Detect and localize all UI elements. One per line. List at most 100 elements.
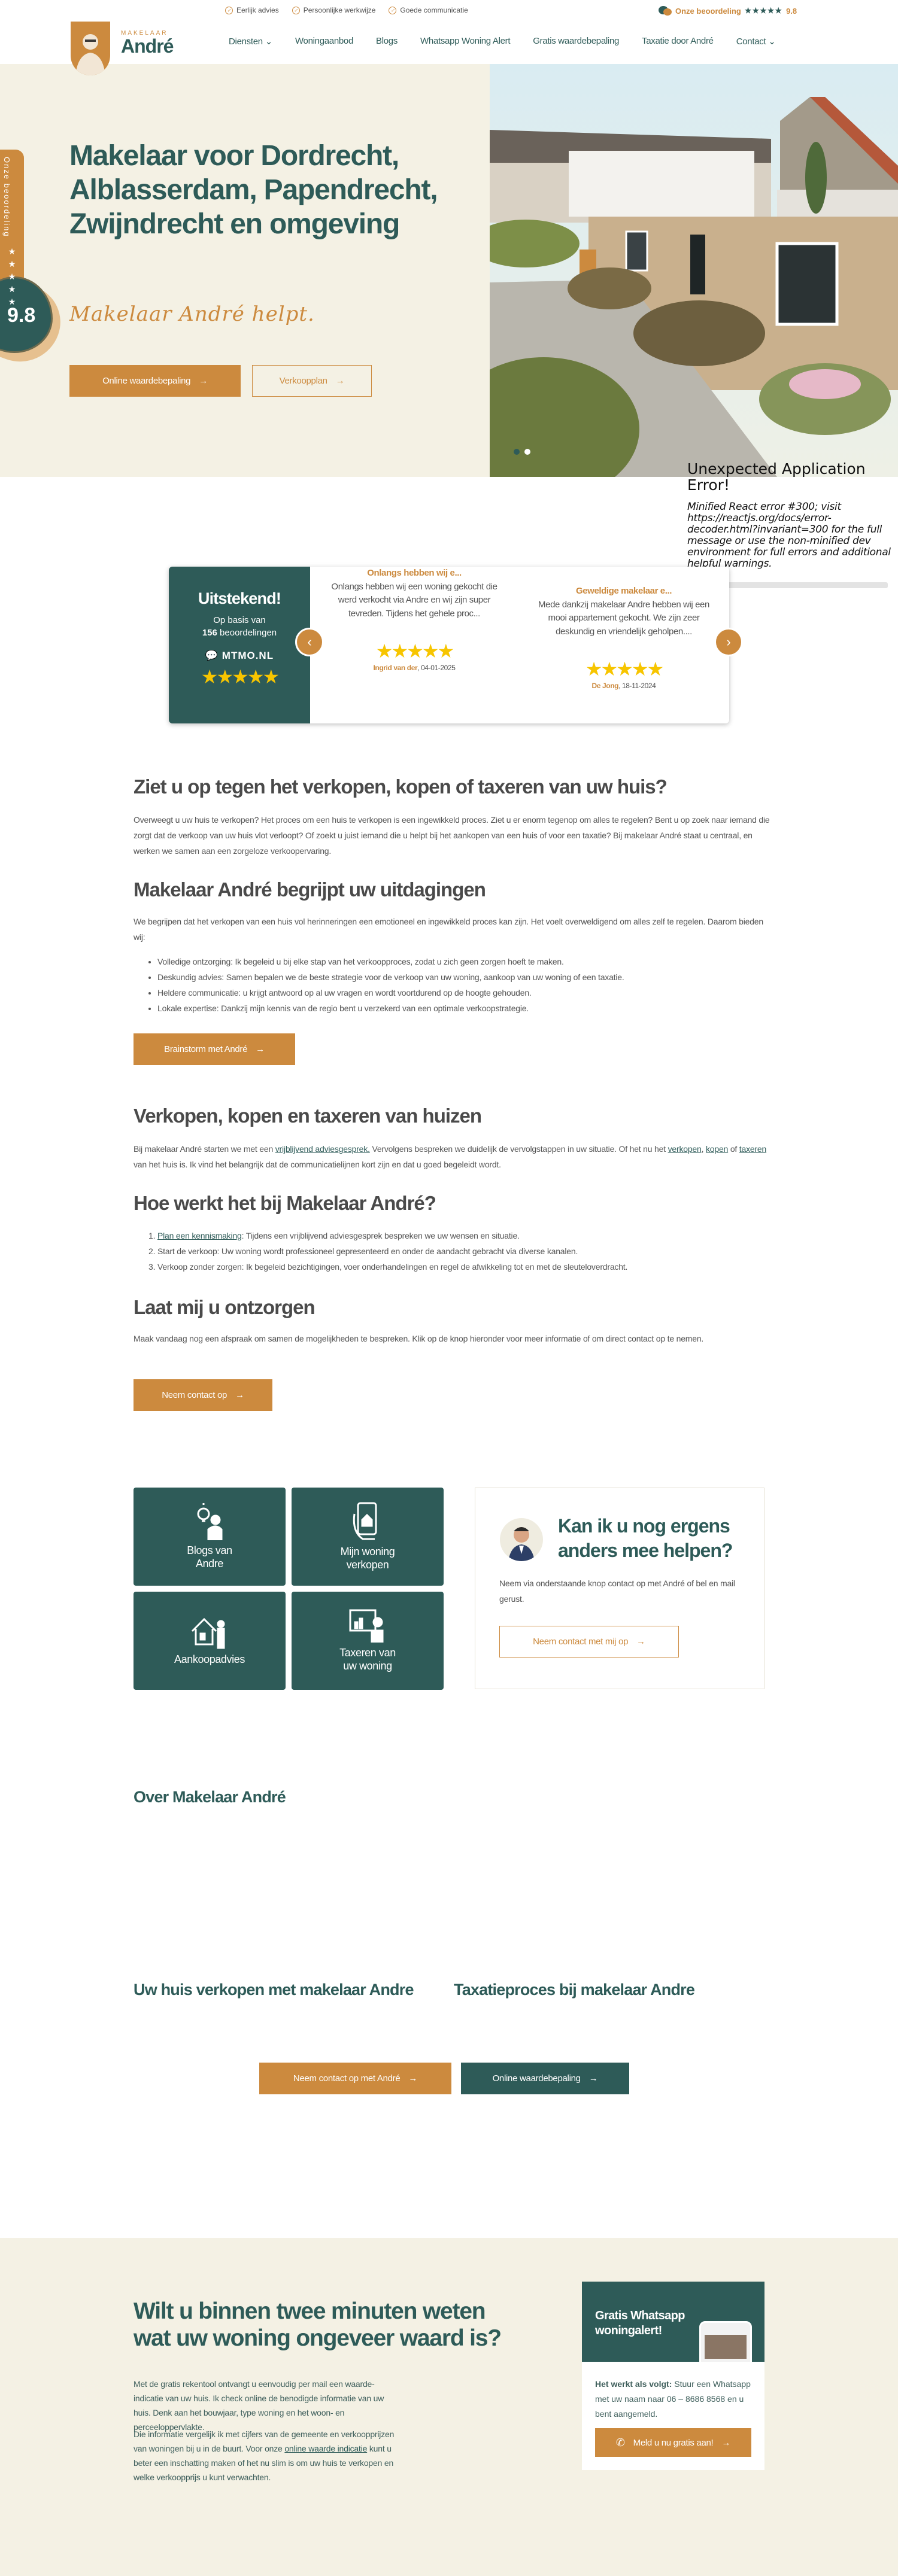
house-person-icon (191, 1617, 225, 1649)
nav-item-whatsapp-alert[interactable]: Whatsapp Woning Alert (420, 36, 510, 47)
section-title: Makelaar André begrijpt uw uitdagingen (134, 878, 486, 901)
review-widget: Uitstekend! Op basis van 156 beoordeling… (169, 567, 729, 723)
review-card[interactable]: Geweldige makelaar e... Mede dankzij mak… (537, 585, 711, 693)
benefits-list: Volledige ontzorging: Ik begeleid u bij … (134, 954, 771, 1016)
neem-contact-op-button[interactable]: Neem contact op → (134, 1379, 272, 1411)
kopen-link[interactable]: kopen (706, 1144, 728, 1154)
whatsapp-card: Gratis Whatsapp woningalert! Het werkt a… (582, 2282, 764, 2470)
nav-item-waardebepaling[interactable]: Gratis waardebepaling (533, 36, 619, 47)
review-stars: ★★★★★ (375, 640, 454, 662)
review-next-button[interactable]: › (714, 628, 743, 656)
lightbulb-person-icon (197, 1503, 223, 1540)
section-title: Verkopen, kopen en taxeren van huizen (134, 1105, 482, 1127)
section-title: Laat mij u ontzorgen (134, 1296, 315, 1318)
whatsapp-signup-button[interactable]: ✆ Meld u nu gratis aan! → (595, 2428, 751, 2457)
rating-tab-value: 9.8 (7, 304, 36, 327)
review-summary: Uitstekend! Op basis van 156 beoordeling… (169, 567, 310, 723)
hero-house-photo (490, 64, 898, 477)
slider-dot[interactable] (524, 449, 530, 455)
adviesgesprek-link[interactable]: vrijblijvend adviesgesprek. (275, 1144, 370, 1154)
hero-tagline: Makelaar André helpt. (69, 302, 315, 326)
nav-item-contact[interactable]: Contact ⌄ (736, 36, 776, 47)
list-item: Deskundig advies: Samen bepalen we de be… (157, 969, 771, 985)
valuation-title: Wilt u binnen twee minuten weten wat uw … (134, 2298, 502, 2351)
whatsapp-card-text: Het werkt als volgt: Stuur een Whatsapp … (595, 2379, 751, 2419)
nav-item-taxatie[interactable]: Taxatie door André (642, 36, 714, 47)
star-icon: ★ (8, 247, 16, 256)
rating-tab-label: Onze beoordeling (2, 157, 11, 238)
chart-presenter-icon (349, 1609, 384, 1643)
logo-text[interactable]: MAKELAAR André (121, 30, 174, 56)
error-title: Unexpected Application Error! (687, 460, 866, 494)
sell-title: Uw huis verkopen met makelaar Andre (134, 1981, 414, 1999)
nav-item-diensten[interactable]: Diensten ⌄ (229, 36, 272, 47)
section-title: Hoe werkt het bij Makelaar André? (134, 1192, 436, 1214)
brainstorm-button[interactable]: Brainstorm met André → (134, 1033, 295, 1065)
online-waardebepaling-button[interactable]: Online waardebepaling → (69, 365, 241, 397)
phone-mockup (699, 2321, 752, 2362)
about-title: Over Makelaar André (134, 1788, 286, 1806)
tile-aankoopadvies[interactable]: Aankoopadvies (134, 1592, 286, 1690)
star-icon: ★ (8, 284, 16, 294)
check-icon: ✓ (225, 6, 233, 14)
chat-bubble-icon: 💬 (205, 650, 219, 661)
valuation-process-title: Taxatieproces bij makelaar Andre (454, 1981, 695, 1999)
trust-bar: ✓ Eerlijk advies ✓ Persoonlijke werkwijze … (225, 6, 468, 14)
arrow-right-icon: → (235, 1390, 244, 1400)
trust-item: ✓ Goede communicatie (389, 6, 468, 14)
section-text: Bij makelaar André starten we met een vr… (134, 1144, 767, 1169)
error-message: Minified React error #300; visit https:/… (687, 501, 891, 570)
list-item: Verkoop zonder zorgen: Ik begeleid bezic… (157, 1259, 771, 1275)
nav-item-blogs[interactable]: Blogs (376, 36, 398, 47)
section-text: Overweegt u uw huis te verkopen? Het pro… (134, 815, 770, 856)
portrait-icon (75, 34, 105, 75)
chevron-down-icon: ⌄ (265, 37, 273, 47)
kennismaking-link[interactable]: Plan een kennismaking (157, 1231, 242, 1240)
chevron-down-icon: ⌄ (768, 37, 776, 47)
mtmo-logo: 💬 MTMO.NL (205, 650, 274, 661)
whatsapp-icon: ✆ (615, 2436, 625, 2449)
contact-andre-button[interactable]: Neem contact op met André → (259, 2063, 451, 2094)
arrow-right-icon: → (408, 2073, 418, 2084)
check-icon: ✓ (292, 6, 300, 14)
star-icon: ★ (8, 272, 16, 281)
arrow-right-icon: → (335, 376, 345, 386)
arrow-right-icon: → (721, 2437, 731, 2448)
hero-title: Makelaar voor Dordrecht, Alblasserdam, P… (69, 140, 438, 240)
phone-house-icon (353, 1502, 377, 1540)
nav-item-woningaanbod[interactable]: Woningaanbod (295, 36, 353, 47)
trust-item: ✓ Eerlijk advies (225, 6, 279, 14)
header-rating[interactable]: Onze beoordeling ★★★★★ 9.8 (659, 5, 797, 16)
verkoopplan-button[interactable]: Verkoopplan → (252, 365, 372, 397)
valuation-text: Met de gratis rekentool ontvangt u eenvo… (134, 2379, 384, 2432)
contact-title: Kan ik u nog ergens anders mee helpen? (558, 1515, 733, 1561)
main-nav: Diensten ⌄ Woningaanbod Blogs Whatsapp W… (229, 36, 776, 47)
review-card[interactable]: Onlangs hebben wij e... Onlangs hebben w… (327, 567, 501, 675)
list-item: Volledige ontzorging: Ik begeleid u bij … (157, 954, 771, 969)
review-prev-button[interactable]: ‹ (295, 628, 324, 656)
taxeren-link[interactable]: taxeren (739, 1144, 766, 1154)
whatsapp-card-title: Gratis Whatsapp woningalert! (595, 2309, 685, 2337)
chevron-left-icon: ‹ (307, 634, 312, 649)
contact-me-button[interactable]: Neem contact met mij op → (499, 1626, 679, 1657)
chevron-right-icon: › (726, 634, 731, 649)
valuation-text: Die informatie vergelijk ik met cijfers … (134, 2429, 395, 2482)
arrow-right-icon: → (199, 376, 208, 386)
list-item: Heldere communicatie: u krijgt antwoord … (157, 985, 771, 1000)
list-item: Lokale expertise: Dankzij mijn kennis va… (157, 1000, 771, 1016)
online-waardebepaling-button-2[interactable]: Online waardebepaling → (461, 2063, 629, 2094)
tile-blogs[interactable]: Blogs van Andre (134, 1488, 286, 1586)
tile-taxeren[interactable]: Taxeren van uw woning (292, 1592, 444, 1690)
slider-dot[interactable] (514, 449, 520, 455)
tile-woning-verkopen[interactable]: Mijn woning verkopen (292, 1488, 444, 1586)
logo-portrait[interactable] (71, 22, 110, 75)
verkopen-link[interactable]: verkopen (668, 1144, 702, 1154)
waarde-indicatie-link[interactable]: online waarde indicatie (284, 2444, 367, 2453)
slider-dots (514, 449, 530, 455)
list-item: Start de verkoop: Uw woning wordt profes… (157, 1243, 771, 1259)
rating-tab-stars: ★ ★ ★ ★ ★ (6, 245, 18, 308)
check-icon: ✓ (389, 6, 397, 14)
section-text: We begrijpen dat het verkopen van een hu… (134, 917, 763, 942)
contact-text: Neem via onderstaande knop contact op me… (499, 1579, 735, 1604)
steps-list: Plan een kennismaking: Tijdens een vrijb… (134, 1228, 771, 1275)
